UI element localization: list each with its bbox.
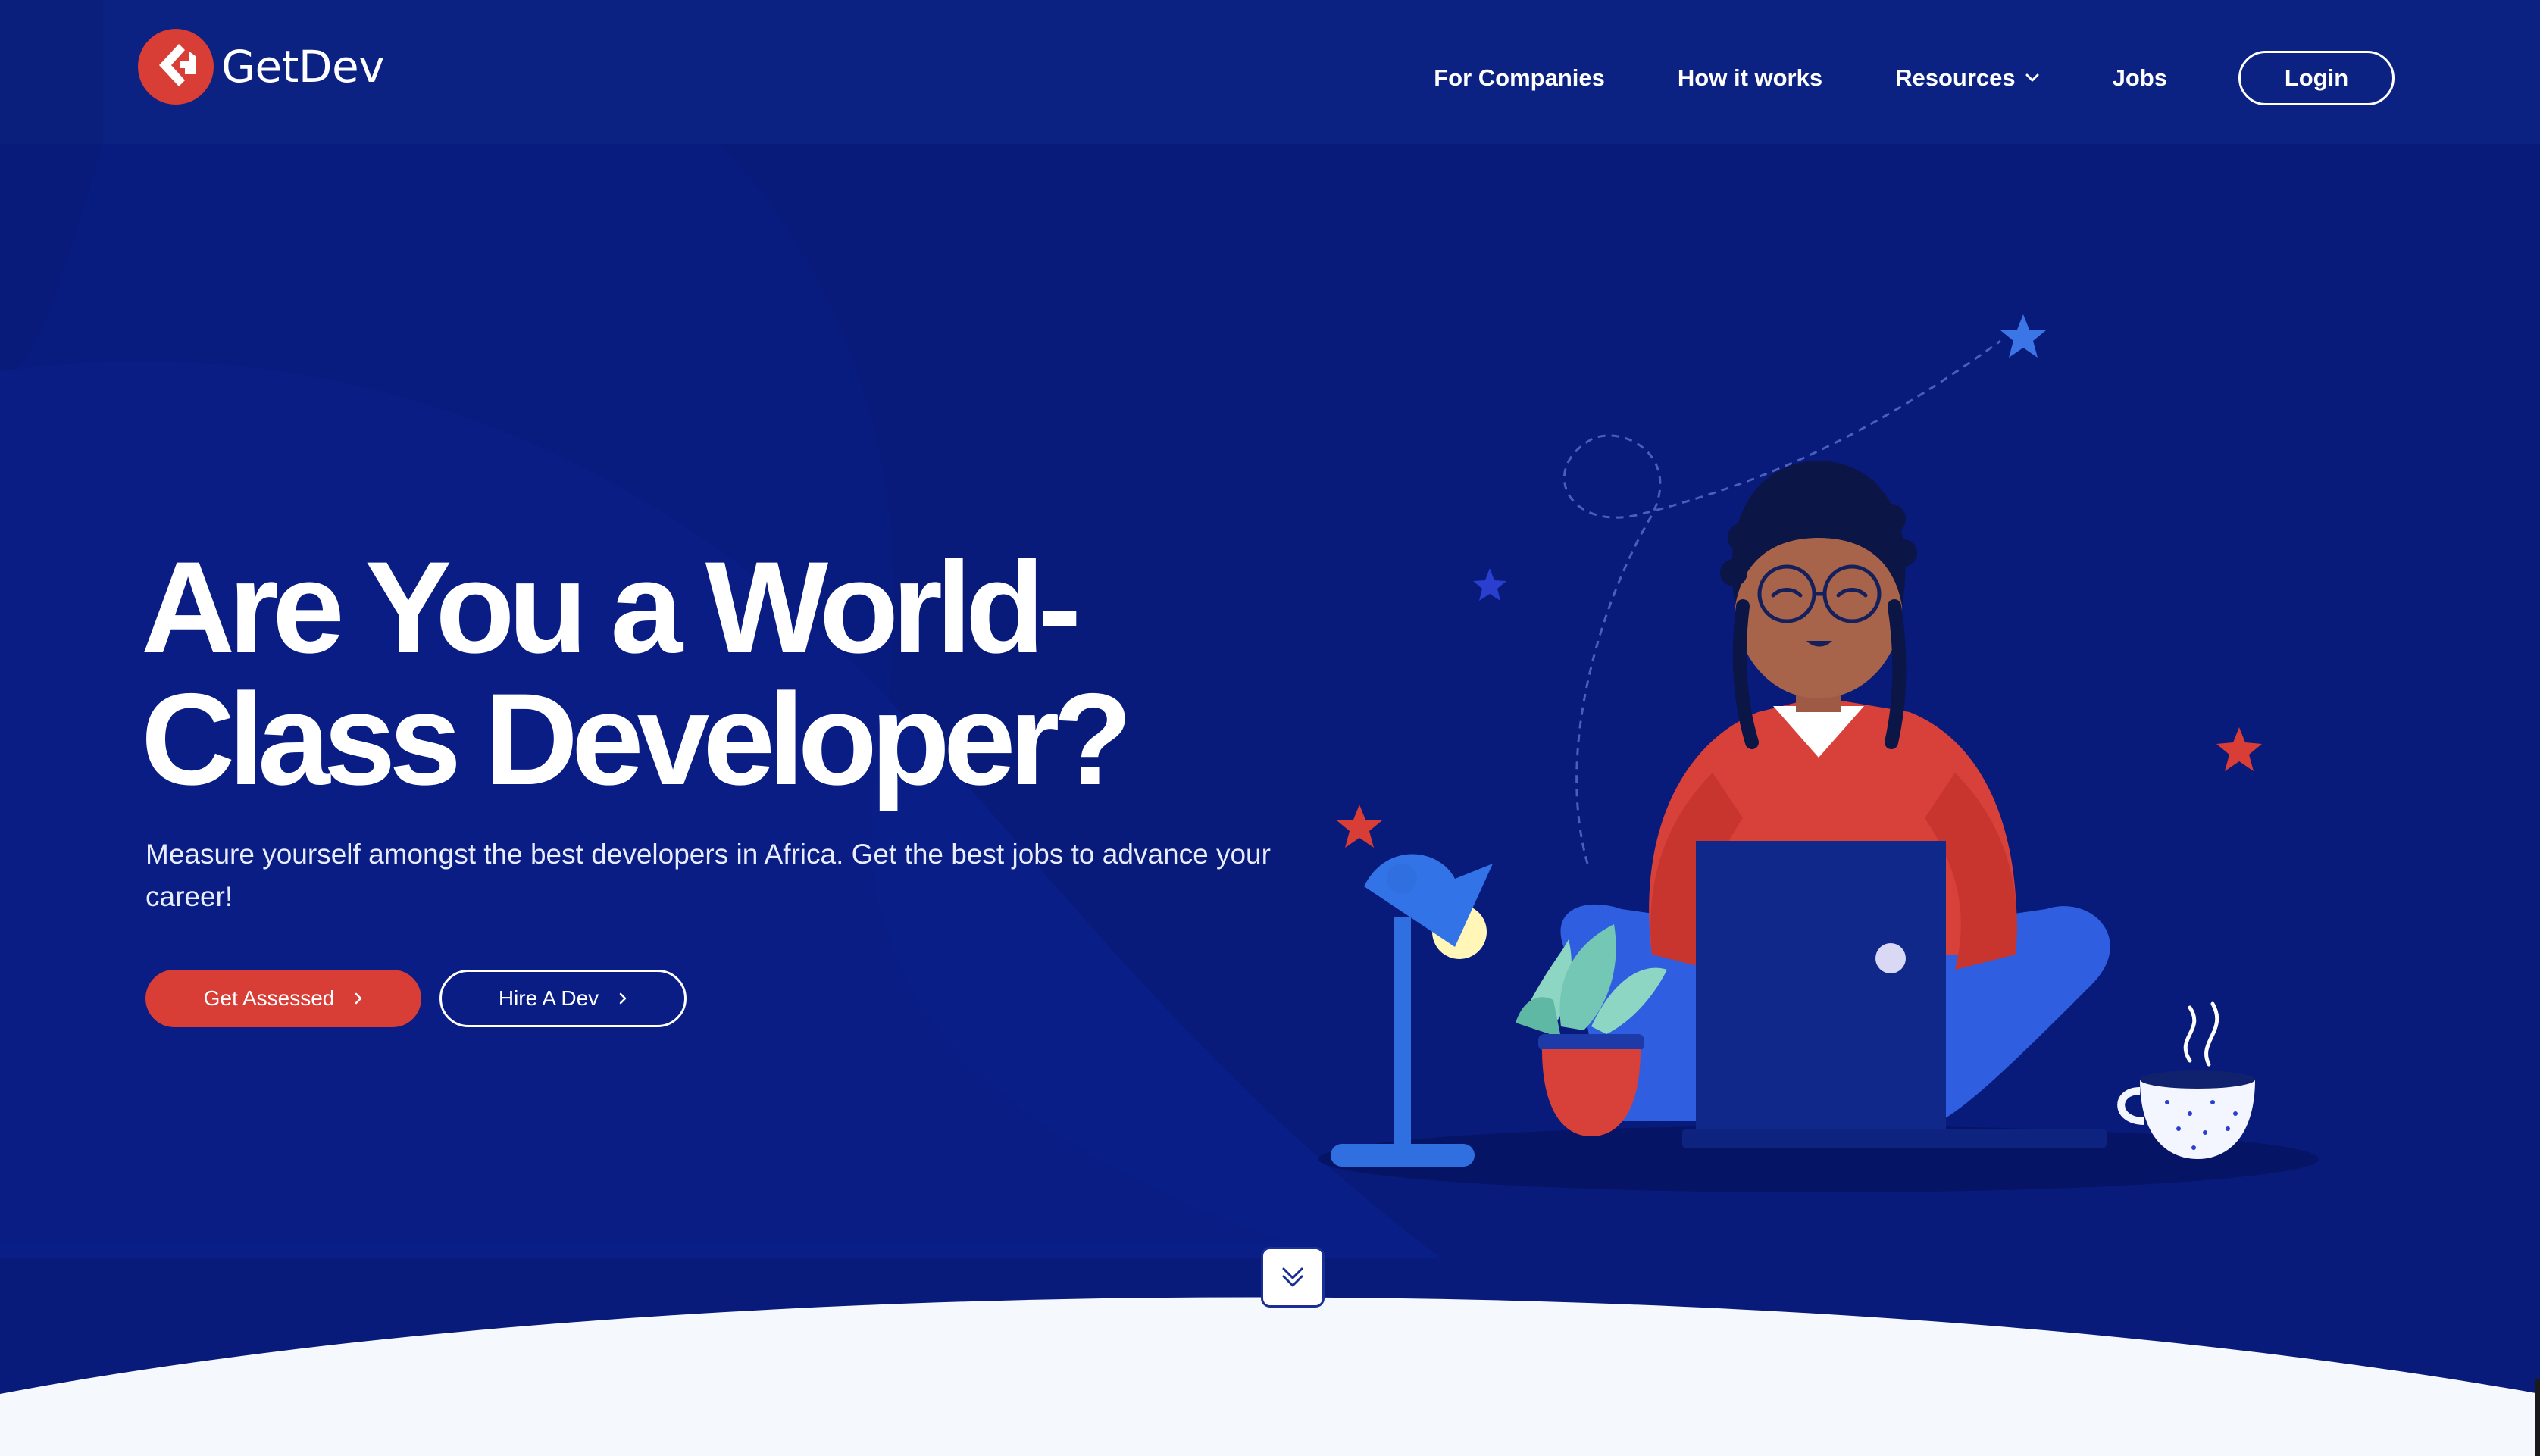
nav-resources[interactable]: Resources [1895,64,2040,92]
star-icon [2000,314,2046,358]
get-assessed-label: Get Assessed [203,986,335,1010]
scroll-down-button[interactable] [1261,1247,1325,1308]
hire-a-dev-label: Hire A Dev [498,986,599,1010]
logo-text: GetDev [221,41,385,92]
landing-page: GetDev For Companies How it works Resour… [0,0,2540,1456]
hero-title: Are You a World- Class Developer? [141,542,1308,805]
hero-title-line1: Are You a World- [141,535,1081,680]
hire-a-dev-button[interactable]: Hire A Dev [439,970,687,1027]
double-chevron-down-icon [1282,1267,1303,1287]
nav-resources-label: Resources [1895,64,2016,91]
nav-jobs[interactable]: Jobs [2113,64,2167,92]
nav-links: For Companies How it works Resources Job… [1434,50,2395,106]
star-icon [2216,727,2262,771]
laptop-logo-icon [1875,943,1906,973]
chevron-right-icon [355,992,362,1005]
chevron-down-icon [2025,73,2039,82]
star-icon [1473,568,1506,601]
get-assessed-button[interactable]: Get Assessed [145,970,421,1027]
scrollbar-edge [2535,1379,2540,1456]
login-button[interactable]: Login [2238,51,2395,105]
laptop-base [1682,1129,2107,1148]
getdev-logo-icon [138,29,214,105]
navbar-shade [0,0,103,144]
hero-buttons: Get Assessed Hire A Dev [145,970,687,1027]
hero-subtitle: Measure yourself amongst the best develo… [145,839,1271,912]
chevron-right-icon [619,992,627,1005]
nav-how-it-works[interactable]: How it works [1678,64,1822,92]
desk-lamp-icon [1331,854,1493,1167]
top-navbar: GetDev For Companies How it works Resour… [0,0,2540,144]
star-icon [1337,805,1382,848]
logo-link[interactable]: GetDev [136,27,385,106]
hero-title-line2: Class Developer? [141,667,1133,812]
nav-for-companies[interactable]: For Companies [1434,64,1605,92]
laptop-screen-shade [1696,841,1946,1129]
developer-illustration [1318,314,2319,1192]
